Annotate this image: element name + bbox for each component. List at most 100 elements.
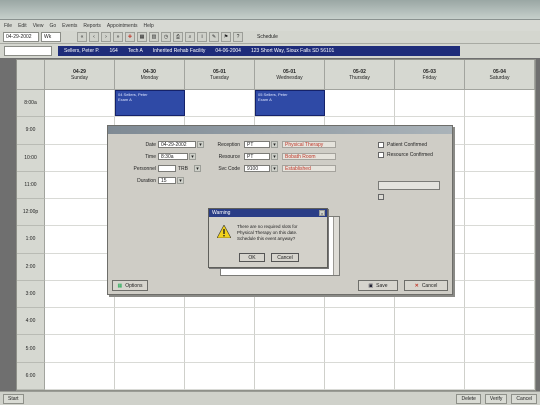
calendar-slot[interactable]	[45, 362, 115, 390]
calendar-slot[interactable]	[395, 335, 465, 363]
first-icon[interactable]: «	[77, 32, 87, 42]
calendar-slot[interactable]	[115, 362, 185, 390]
date-input[interactable]: 04-29-2002	[158, 141, 196, 148]
calendar-slot[interactable]	[325, 90, 395, 118]
comments-scrollbar[interactable]	[333, 217, 339, 275]
calendar-slot[interactable]	[395, 90, 465, 118]
calendar-slot[interactable]	[465, 335, 535, 363]
reception-dropdown-icon[interactable]: ▾	[271, 141, 278, 148]
calendar-slot[interactable]	[45, 335, 115, 363]
help-icon[interactable]: ?	[233, 32, 243, 42]
date-dropdown-icon[interactable]: ▾	[197, 141, 204, 148]
calendar-slot[interactable]	[465, 117, 535, 145]
menu-go[interactable]: Go	[49, 23, 56, 29]
provider-dropdown-icon[interactable]: ▾	[194, 165, 201, 172]
view-select[interactable]: Wk	[41, 32, 61, 42]
menu-help[interactable]: Help	[144, 23, 154, 29]
next-icon[interactable]: ›	[101, 32, 111, 42]
calendar-slot[interactable]	[45, 171, 115, 200]
calendar-slot[interactable]	[465, 171, 535, 200]
date-field[interactable]: 04-29-2002	[3, 32, 39, 42]
warning-ok-button[interactable]: OK	[239, 253, 265, 262]
warning-close-icon[interactable]: ×	[319, 210, 325, 216]
info-icon[interactable]: i	[197, 32, 207, 42]
calendar-slot[interactable]	[45, 280, 115, 309]
calendar-slot[interactable]	[465, 199, 535, 227]
calendar-icon[interactable]: ▦	[137, 32, 147, 42]
day-header[interactable]: 04-29 Sunday	[45, 60, 115, 90]
menu-edit[interactable]: Edit	[18, 23, 27, 29]
calendar-slot[interactable]	[45, 253, 115, 281]
calendar-slot[interactable]	[115, 335, 185, 363]
print-icon[interactable]: ⎙	[173, 32, 183, 42]
day-header[interactable]: 05-01 Tuesday	[185, 60, 255, 90]
calendar-slot[interactable]	[395, 308, 465, 336]
day-header[interactable]: 05-04 Saturday	[465, 60, 535, 90]
option-checkbox[interactable]	[378, 194, 384, 200]
calendar-slot[interactable]	[465, 362, 535, 390]
calendar-slot[interactable]	[325, 308, 395, 336]
menu-file[interactable]: File	[4, 23, 12, 29]
duration-input[interactable]: 15	[158, 177, 176, 184]
day-header[interactable]: 05-03 Friday	[395, 60, 465, 90]
patient-selector[interactable]	[4, 46, 52, 56]
calendar-slot[interactable]	[255, 335, 325, 363]
last-icon[interactable]: »	[113, 32, 123, 42]
status-button-verify[interactable]: Verify	[484, 393, 508, 404]
calendar-slot[interactable]	[255, 308, 325, 336]
time-input[interactable]: 8:30a	[158, 153, 188, 160]
patient-confirmed-checkbox[interactable]	[378, 142, 384, 148]
time-dropdown-icon[interactable]: ▾	[189, 153, 196, 160]
find-icon[interactable]: ⌕	[185, 32, 195, 42]
calendar-slot[interactable]	[395, 362, 465, 390]
save-button[interactable]: ▣ Save	[358, 280, 398, 291]
calendar-slot[interactable]	[45, 226, 115, 254]
menu-reports[interactable]: Reports	[83, 23, 101, 29]
calendar-slot[interactable]	[45, 90, 115, 118]
resource-dropdown-icon[interactable]: ▾	[271, 153, 278, 160]
svc-code-input[interactable]: 9100	[244, 165, 270, 172]
options-button[interactable]: ▦ Options	[112, 280, 148, 291]
calendar-slot[interactable]	[45, 199, 115, 227]
calendar-slot[interactable]	[325, 335, 395, 363]
calendar-slot[interactable]	[255, 362, 325, 390]
provider-input[interactable]	[158, 165, 176, 172]
day-header[interactable]: 05-01 Wednesday	[255, 60, 325, 90]
warning-cancel-button[interactable]: Cancel	[271, 253, 299, 262]
status-button-cancel[interactable]: Cancel	[511, 393, 537, 404]
new-appointment-icon[interactable]: ✚	[125, 32, 135, 42]
calendar-slot[interactable]	[45, 117, 115, 145]
appointment-block[interactable]: 05 Sellers, Peter Exam A	[255, 90, 325, 116]
cancel-button[interactable]: ✕ Cancel	[404, 280, 448, 291]
prev-icon[interactable]: ‹	[89, 32, 99, 42]
note-icon[interactable]: ✎	[209, 32, 219, 42]
day-header[interactable]: 04-30 Monday	[115, 60, 185, 90]
calendar-slot[interactable]	[185, 308, 255, 336]
calendar-slot[interactable]	[465, 90, 535, 118]
calendar-slot[interactable]	[45, 308, 115, 336]
calendar-slot[interactable]	[115, 308, 185, 336]
calendar-slot[interactable]	[465, 226, 535, 254]
calendar-slot[interactable]	[465, 280, 535, 309]
notes-field[interactable]	[378, 181, 440, 190]
resource-input[interactable]: PT	[244, 153, 270, 160]
menu-events[interactable]: Events	[62, 23, 77, 29]
clock-icon[interactable]: ◷	[161, 32, 171, 42]
calendar-slot[interactable]	[465, 144, 535, 172]
calendar-slot[interactable]	[325, 362, 395, 390]
calendar-slot[interactable]	[185, 90, 255, 118]
calendar-slot[interactable]	[185, 335, 255, 363]
calendar-slot[interactable]	[185, 362, 255, 390]
flag-icon[interactable]: ⚑	[221, 32, 231, 42]
grid-icon[interactable]: ▥	[149, 32, 159, 42]
menu-view[interactable]: View	[33, 23, 44, 29]
appointment-block[interactable]: 04 Sellers, Peter Exam A	[115, 90, 185, 116]
calendar-slot[interactable]	[465, 308, 535, 336]
status-button-delete[interactable]: Delete	[456, 393, 481, 404]
reception-input[interactable]: PT	[244, 141, 270, 148]
duration-dropdown-icon[interactable]: ▾	[177, 177, 184, 184]
calendar-slot[interactable]	[465, 253, 535, 281]
calendar-slot[interactable]	[45, 144, 115, 172]
svc-code-dropdown-icon[interactable]: ▾	[271, 165, 278, 172]
menu-appointments[interactable]: Appointments	[107, 23, 138, 29]
